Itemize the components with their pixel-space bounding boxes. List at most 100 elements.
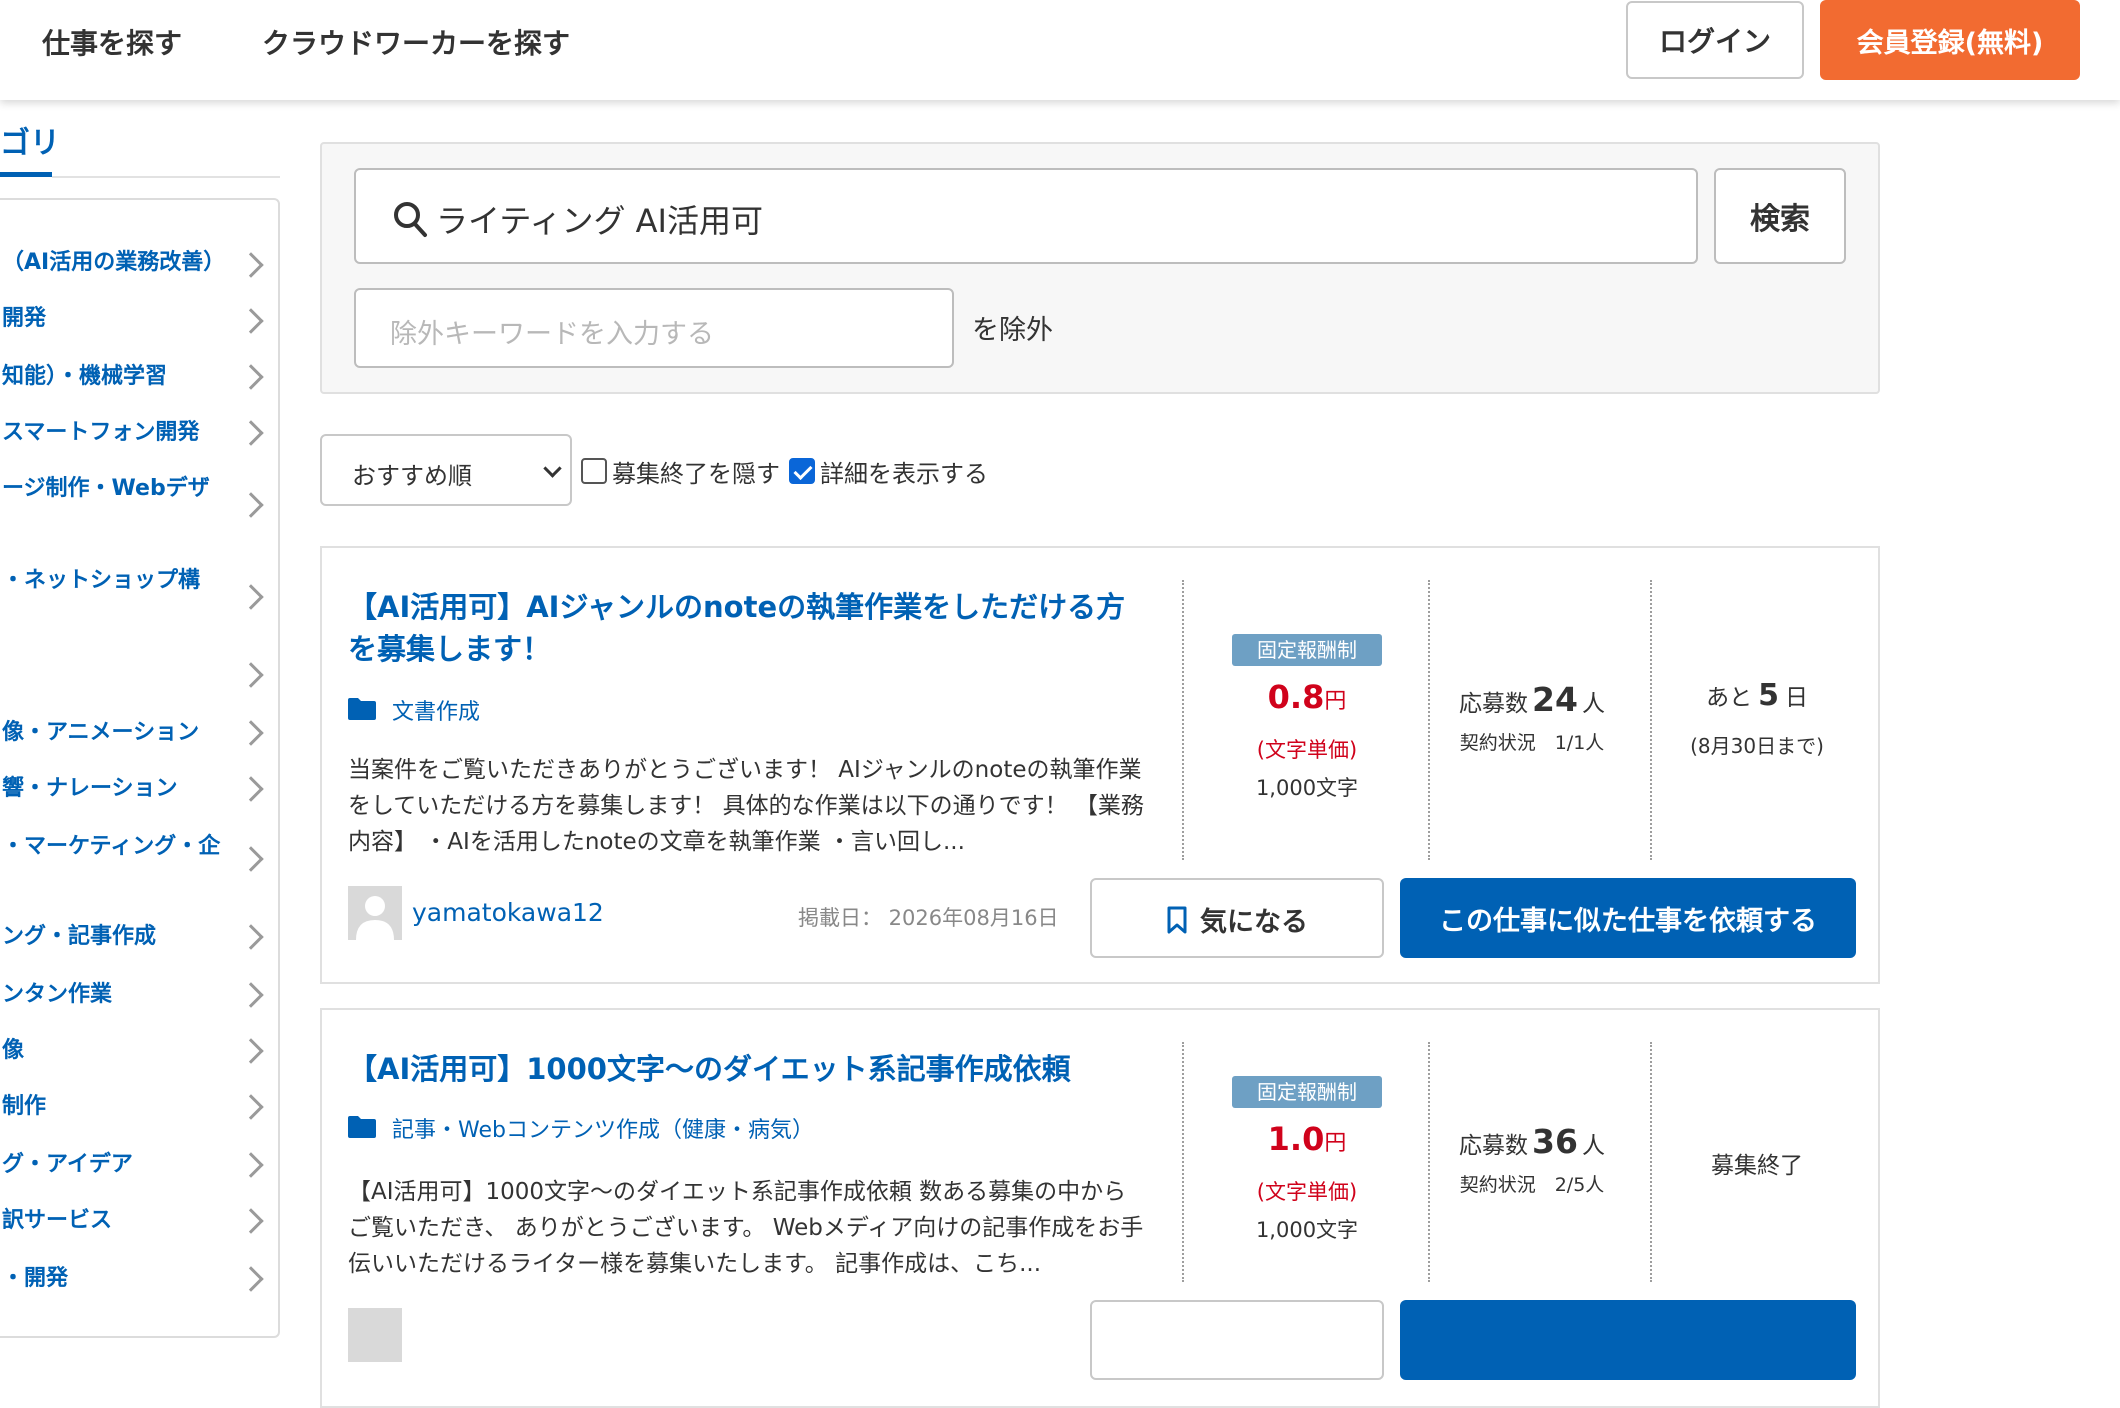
- show-details-label[interactable]: 詳細を表示する: [820, 454, 988, 489]
- sidebar-item-animation[interactable]: 像・アニメーション: [2, 718, 272, 758]
- sidebar-item-label: 開発: [2, 306, 47, 331]
- chevron-right-icon: [238, 1152, 264, 1178]
- applicants-number: 24: [1532, 680, 1578, 719]
- bookmark-button[interactable]: 気になる: [1090, 878, 1384, 958]
- chevron-right-icon: [238, 720, 264, 746]
- chevron-right-icon: [238, 308, 264, 334]
- nav-find-jobs[interactable]: 仕事を探す: [42, 22, 182, 62]
- job-category-text: 記事・Webコンテンツ作成（健康・病気）: [392, 1118, 814, 1143]
- user-silhouette-icon: [356, 896, 394, 940]
- chevron-right-icon: [238, 1038, 264, 1064]
- applicants-unit: 人: [1581, 691, 1605, 717]
- job-category-link[interactable]: 文書作成: [348, 694, 648, 726]
- fixed-fee-badge: 固定報酬制: [1232, 1076, 1382, 1108]
- sidebar-item-label: ージ制作・Webデザ: [2, 476, 210, 501]
- sort-select[interactable]: おすすめ順: [320, 434, 572, 506]
- nav-find-workers[interactable]: クラウドワーカーを探す: [262, 22, 570, 62]
- sidebar-item-ecommerce[interactable]: ・ネットショップ構: [2, 566, 272, 636]
- contract-status: 契約状況 2/5人: [1459, 1174, 1605, 1196]
- client-name-link[interactable]: yamatokawa12: [412, 898, 604, 927]
- sidebar-item-production[interactable]: 制作: [2, 1092, 272, 1132]
- sort-select-value: おすすめ順: [352, 462, 472, 490]
- sidebar-item-unlabeled[interactable]: [2, 658, 272, 698]
- hide-closed-checkbox[interactable]: [581, 458, 607, 484]
- column-divider: [1428, 580, 1430, 860]
- sidebar-item-ai-business[interactable]: （AI活用の業務改善）: [2, 248, 272, 288]
- sidebar-item-label: （AI活用の業務改善）: [2, 250, 226, 275]
- chevron-right-icon: [238, 584, 264, 610]
- sidebar-item-ai-ml[interactable]: 知能）・機械学習: [2, 362, 272, 402]
- avatar[interactable]: [348, 886, 402, 940]
- avatar[interactable]: [348, 1308, 402, 1362]
- search-input[interactable]: ライティング AI活用可: [354, 168, 1698, 264]
- chevron-right-icon: [238, 420, 264, 446]
- sidebar-item-label: 像: [2, 1038, 25, 1063]
- sidebar-item-label: 知能）・機械学習: [2, 364, 168, 389]
- sidebar-item-video[interactable]: 像: [2, 1036, 272, 1076]
- chevron-right-icon: [238, 1266, 264, 1292]
- job-title-link[interactable]: 【AI活用可】AIジャンルのnoteの執筆作業をしただける方を募集します！: [348, 586, 1148, 670]
- column-divider: [1182, 1042, 1184, 1282]
- search-input-value: ライティング AI活用可: [436, 202, 763, 240]
- contract-status: 契約状況 1/1人: [1459, 732, 1605, 754]
- char-count: 1,000文字: [1255, 776, 1359, 800]
- sidebar-item-marketing[interactable]: ・マーケティング・企: [2, 832, 272, 892]
- sidebar-item-naming-ideas[interactable]: グ・アイデア: [2, 1150, 272, 1190]
- category-list: （AI活用の業務改善） 開発 知能）・機械学習 スマートフォン開発 ージ制作・W…: [0, 198, 280, 1338]
- sidebar-item-label: ・開発: [2, 1266, 69, 1291]
- applicant-count: 応募数 36 人: [1432, 1122, 1632, 1161]
- category-heading: ゴリ: [0, 126, 60, 161]
- job-category-text: 文書作成: [392, 700, 481, 725]
- sidebar-item-product-dev[interactable]: ・開発: [2, 1264, 272, 1304]
- sidebar-item-label: グ・アイデア: [2, 1152, 133, 1177]
- job-description: 当案件をご覧いただきありがとうございます！ AIジャンルのnoteの執筆作業をし…: [348, 757, 1144, 855]
- deadline-suffix: 日: [1784, 685, 1808, 711]
- chevron-right-icon: [238, 662, 264, 688]
- sidebar-item-writing[interactable]: ング・記事作成: [2, 922, 272, 962]
- sidebar-item-label: 像・アニメーション: [2, 720, 200, 745]
- request-similar-job-button[interactable]: [1400, 1300, 1856, 1380]
- sidebar-item-web-design[interactable]: ージ制作・Webデザ: [2, 474, 272, 544]
- show-details-checkbox[interactable]: [789, 458, 815, 484]
- bookmark-button[interactable]: [1090, 1300, 1384, 1380]
- price-type: (文字単価): [1256, 738, 1358, 762]
- price-value: 0.8: [1267, 678, 1325, 716]
- login-button[interactable]: ログイン: [1626, 1, 1804, 79]
- folder-icon: [348, 1116, 376, 1138]
- bookmark-label: 気になる: [1200, 907, 1308, 938]
- price-unit: 円: [1324, 689, 1347, 714]
- job-title-link[interactable]: 【AI活用可】1000文字〜のダイエット系記事作成依頼: [348, 1048, 1148, 1090]
- sidebar-item-label: スマートフォン開発: [2, 420, 200, 445]
- chevron-right-icon: [238, 846, 264, 872]
- chevron-right-icon: [238, 1208, 264, 1234]
- applicants-number: 36: [1532, 1122, 1578, 1161]
- sidebar-item-label: 訳サービス: [2, 1208, 113, 1233]
- char-count: 1,000文字: [1255, 1218, 1359, 1242]
- chevron-right-icon: [238, 492, 264, 518]
- register-button[interactable]: 会員登録(無料): [1820, 0, 2080, 80]
- sidebar-item-simple-tasks[interactable]: ンタン作業: [2, 980, 272, 1020]
- hide-closed-label[interactable]: 募集終了を隠す: [612, 454, 780, 489]
- request-similar-job-button[interactable]: この仕事に似た仕事を依頼する: [1400, 878, 1856, 958]
- price-type: (文字単価): [1256, 1180, 1358, 1204]
- deadline-days: 5: [1758, 678, 1779, 713]
- applicants-label: 応募数: [1459, 1133, 1529, 1159]
- sidebar-item-narration[interactable]: 響・ナレーション: [2, 774, 272, 814]
- sidebar-item-label: 制作: [2, 1094, 47, 1119]
- job-category-link[interactable]: 記事・Webコンテンツ作成（健康・病気）: [348, 1112, 868, 1144]
- sidebar-item-translation[interactable]: 訳サービス: [2, 1206, 272, 1246]
- search-button[interactable]: 検索: [1714, 168, 1846, 264]
- recruitment-closed-status: 募集終了: [1711, 1153, 1803, 1179]
- column-divider: [1650, 580, 1652, 860]
- chevron-right-icon: [238, 1094, 264, 1120]
- exclude-keyword-input[interactable]: 除外キーワードを入力する: [354, 288, 954, 368]
- deadline-prefix: あと: [1706, 685, 1753, 711]
- job-price: 0.8円: [1202, 678, 1412, 716]
- sidebar-item-label: ・ネットショップ構: [2, 568, 201, 593]
- sidebar-item-smartphone[interactable]: スマートフォン開発: [2, 418, 272, 458]
- posted-date: 掲載日： 2026年08月16日: [798, 906, 1059, 930]
- sidebar-item-development[interactable]: 開発: [2, 304, 272, 344]
- job-card: 【AI活用可】1000文字〜のダイエット系記事作成依頼 記事・Webコンテンツ作…: [320, 1008, 1880, 1408]
- fixed-fee-badge: 固定報酬制: [1232, 634, 1382, 666]
- exclude-keyword-placeholder: 除外キーワードを入力する: [390, 319, 714, 350]
